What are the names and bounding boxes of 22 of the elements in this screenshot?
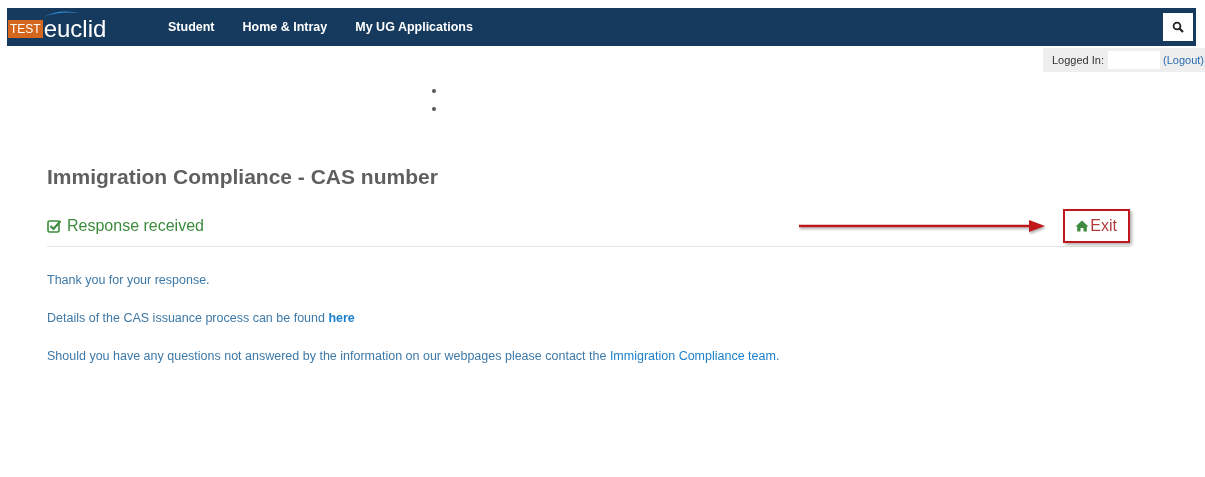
page-title: Immigration Compliance - CAS number xyxy=(47,165,439,189)
body-text: Thank you for your response. xyxy=(47,273,211,287)
logo[interactable]: TEST euclid xyxy=(7,8,168,46)
nav-link[interactable]: Home & Intray xyxy=(242,20,328,34)
logout-link[interactable]: (Logout) xyxy=(1163,54,1204,66)
nav-link[interactable]: My UG Applications xyxy=(355,20,473,34)
bullet-icon xyxy=(432,107,436,111)
logo-badge: TEST xyxy=(8,20,43,38)
status-message: Response received xyxy=(47,217,204,235)
body-text: Details of the CAS issuance process can be found here xyxy=(47,311,356,325)
text-link[interactable]: Immigration Compliance team xyxy=(609,349,776,363)
body-text: Should you have any questions not answered by the information on our webpages please contact the Immigration Compliance team. xyxy=(47,349,781,363)
nav-link[interactable]: Student xyxy=(168,20,215,34)
logged-in-label: Logged In: xyxy=(1052,54,1104,66)
logo-text: euclid xyxy=(43,19,107,39)
checkbox-tick-icon xyxy=(47,219,62,233)
search-button[interactable] xyxy=(1163,13,1193,41)
exit-link[interactable]: Exit xyxy=(1075,217,1117,235)
search-icon xyxy=(1172,21,1184,33)
text-link[interactable]: here xyxy=(328,311,355,325)
bullet-icon xyxy=(432,89,436,93)
home-icon xyxy=(1075,220,1090,232)
